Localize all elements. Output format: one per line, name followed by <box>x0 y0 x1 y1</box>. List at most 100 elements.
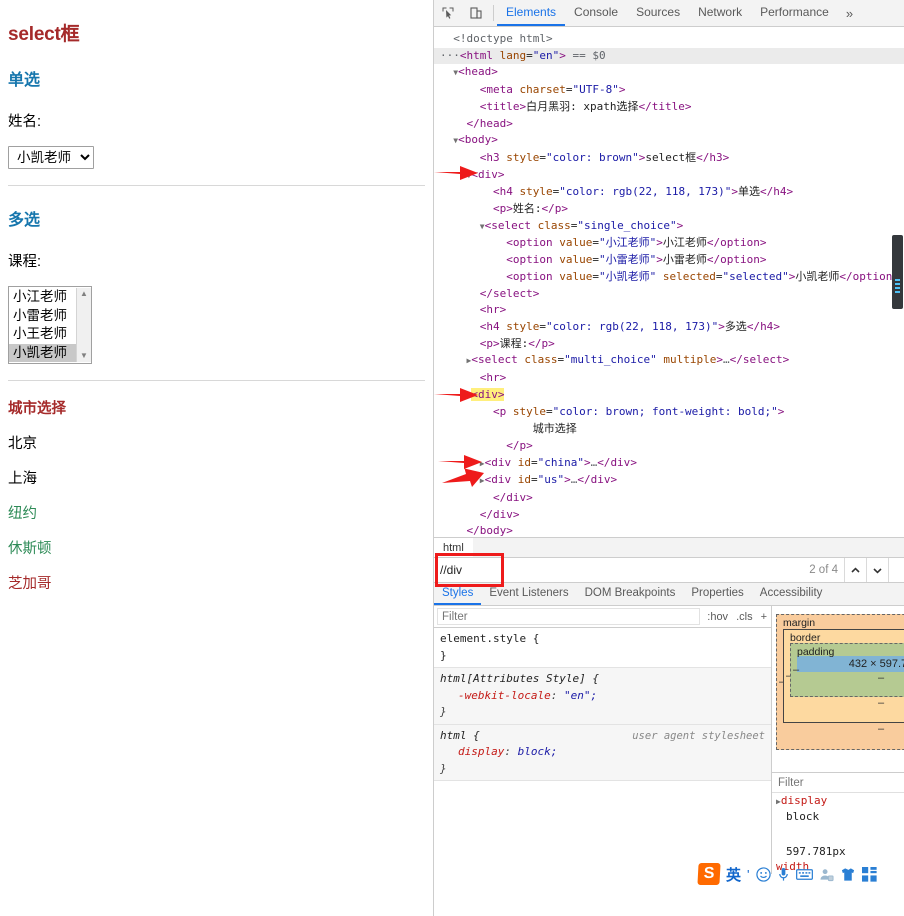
inspect-element-icon[interactable] <box>434 0 462 26</box>
dom-node-div-us[interactable]: ▶<div id="us">…</div> <box>434 472 904 490</box>
microphone-icon[interactable] <box>777 867 790 882</box>
dom-node-select-close[interactable]: </select> <box>434 286 904 303</box>
breadcrumb-item-html[interactable]: html <box>434 538 473 557</box>
tab-sources[interactable]: Sources <box>627 0 689 26</box>
multi-choice-option-selected[interactable]: 小凯老师 <box>9 343 76 362</box>
dom-node-div-city[interactable]: ▼<div> <box>434 387 904 405</box>
more-tabs-icon[interactable]: » <box>838 0 861 26</box>
listbox-scrollbar[interactable]: ▲ ▼ <box>76 288 91 362</box>
dom-node-hr-1[interactable]: <hr> <box>434 302 904 319</box>
search-close-button[interactable] <box>888 558 904 582</box>
tab-console[interactable]: Console <box>565 0 627 26</box>
dom-node-body-close[interactable]: </body> <box>434 523 904 537</box>
css-property-value[interactable]: "en"; <box>564 689 597 702</box>
tab-performance[interactable]: Performance <box>751 0 838 26</box>
computed-row-display[interactable]: ▶display <box>772 793 904 809</box>
css-selector: html[Attributes Style] { <box>440 672 599 685</box>
margin-bottom-value[interactable]: – <box>783 723 904 735</box>
dom-node-select-single[interactable]: ▼<select class="single_choice"> <box>434 218 904 236</box>
css-property-value[interactable]: block; <box>518 745 558 758</box>
device-toolbar-icon[interactable] <box>462 0 490 26</box>
dom-node-h4-single[interactable]: <h4 style="color: rgb(22, 118, 173)">单选<… <box>434 184 904 201</box>
divider-1 <box>8 185 425 186</box>
styles-subtab-bar: Styles Event Listeners DOM Breakpoints P… <box>434 583 904 606</box>
ime-language-mode[interactable]: 英 <box>726 864 741 885</box>
scroll-down-icon[interactable]: ▼ <box>80 352 88 360</box>
dom-node-hr-2[interactable]: <hr> <box>434 370 904 387</box>
dom-node-html[interactable]: ···<html lang="en"> == $0 <box>434 47 904 65</box>
multi-choice-listbox[interactable]: 小江老师 小雷老师 小王老师 小凯老师 ▲ ▼ <box>8 286 92 364</box>
subtab-event-listeners[interactable]: Event Listeners <box>481 583 576 605</box>
new-style-rule-button[interactable]: + <box>757 611 771 623</box>
multi-choice-option[interactable]: 小江老师 <box>9 288 76 307</box>
dom-node-div-close-1[interactable]: </div> <box>434 490 904 507</box>
dom-node-h3[interactable]: <h3 style="color: brown">select框</h3> <box>434 150 904 167</box>
dom-node-div-china[interactable]: ▶<div id="china">…</div> <box>434 455 904 473</box>
css-rule-element-style[interactable]: element.style { } <box>434 628 771 668</box>
dom-node-p-course[interactable]: <p>课程:</p> <box>434 336 904 353</box>
border-bottom-value[interactable]: – <box>790 697 904 709</box>
dom-tree-scrollbar[interactable] <box>892 235 903 309</box>
city-item-beijing: 北京 <box>8 436 37 452</box>
ime-punctuation-icon[interactable]: ' <box>747 867 749 882</box>
dom-node-option-3[interactable]: <option value="小凯老师" selected="selected"… <box>434 269 904 286</box>
subtab-dom-breakpoints[interactable]: DOM Breakpoints <box>577 583 684 605</box>
multi-choice-option[interactable]: 小雷老师 <box>9 307 76 326</box>
computed-property-value: 597.781px <box>786 845 846 858</box>
box-model-border[interactable]: border – padding – 432 × 597.78 – – <box>783 629 904 723</box>
scroll-up-icon[interactable]: ▲ <box>80 290 88 298</box>
dom-node-div-close-2[interactable]: </div> <box>434 507 904 524</box>
skin-icon[interactable] <box>840 867 856 882</box>
css-rule-html-ua[interactable]: html {user agent stylesheet display: blo… <box>434 724 771 781</box>
subtab-styles[interactable]: Styles <box>434 583 482 605</box>
css-rule-attributes-style[interactable]: html[Attributes Style] { -webkit-locale:… <box>434 668 771 725</box>
sogou-logo-icon[interactable]: S <box>697 863 721 885</box>
hov-toggle-button[interactable]: :hov <box>703 611 732 623</box>
css-rule-close: } <box>440 648 447 662</box>
multi-choice-section: 多选 课程: 小江老师 小雷老师 小王老师 小凯老师 ▲ ▼ <box>8 206 425 364</box>
subtab-properties[interactable]: Properties <box>683 583 751 605</box>
computed-property-value: block <box>786 810 820 823</box>
styles-filter-row: :hov .cls + <box>434 606 771 628</box>
apps-grid-icon[interactable] <box>861 866 877 882</box>
emoji-icon[interactable] <box>755 866 771 882</box>
box-model-padding[interactable]: padding – 432 × 597.78 – <box>790 643 904 697</box>
dom-node-body[interactable]: ▼<body> <box>434 132 904 150</box>
dom-node-head[interactable]: ▼<head> <box>434 64 904 82</box>
box-model-margin-label: margin <box>783 617 816 629</box>
css-property-name[interactable]: display <box>440 745 504 758</box>
dom-node-h4-multi[interactable]: <h4 style="color: rgb(22, 118, 173)">多选<… <box>434 319 904 336</box>
css-property-name[interactable]: -webkit-locale <box>440 689 551 702</box>
css-selector: html { <box>440 728 480 742</box>
dom-node-select-multi[interactable]: ▶<select class="multi_choice" multiple>…… <box>434 352 904 370</box>
computed-filter-input[interactable] <box>772 775 904 790</box>
dom-node-meta[interactable]: <meta charset="UTF-8"> <box>434 82 904 99</box>
tab-network[interactable]: Network <box>689 0 751 26</box>
styles-pane: :hov .cls + element.style { } html[Attri… <box>434 606 772 874</box>
padding-bottom-value[interactable]: – <box>797 672 904 684</box>
multi-choice-option[interactable]: 小王老师 <box>9 325 76 344</box>
search-input[interactable] <box>434 558 804 582</box>
dom-node-p-name[interactable]: <p>姓名:</p> <box>434 201 904 218</box>
single-choice-select[interactable]: 小凯老师 <box>8 146 94 169</box>
dom-node-p-city[interactable]: <p style="color: brown; font-weight: bol… <box>434 404 904 421</box>
box-model-margin[interactable]: margin – border – padding – 432 × 597.78… <box>776 614 904 750</box>
search-next-icon[interactable] <box>866 558 888 582</box>
subtab-accessibility[interactable]: Accessibility <box>752 583 831 605</box>
dom-node-title[interactable]: <title>白月黑羽: xpath选择</title> <box>434 99 904 116</box>
user-icon[interactable] <box>819 867 834 882</box>
tab-elements[interactable]: Elements <box>497 0 566 26</box>
dom-node-option-2[interactable]: <option value="小雷老师">小雷老师</option> <box>434 252 904 269</box>
styles-filter-input[interactable] <box>437 608 701 625</box>
dom-node-head-close[interactable]: </head> <box>434 116 904 133</box>
dom-node-p-close[interactable]: </p> <box>434 438 904 455</box>
dom-node-div-outer[interactable]: ▼<div> <box>434 167 904 185</box>
dom-tree[interactable]: <!doctype html> ···<html lang="en"> == $… <box>434 27 904 537</box>
keyboard-icon[interactable] <box>795 868 813 881</box>
search-prev-icon[interactable] <box>844 558 866 582</box>
padding-left-value[interactable]: – <box>793 664 799 676</box>
page-title: select框 <box>8 24 80 45</box>
dom-node-option-1[interactable]: <option value="小江老师">小江老师</option> <box>434 235 904 252</box>
box-model-content-size[interactable]: 432 × 597.78 <box>797 656 904 672</box>
cls-toggle-button[interactable]: .cls <box>732 611 757 623</box>
